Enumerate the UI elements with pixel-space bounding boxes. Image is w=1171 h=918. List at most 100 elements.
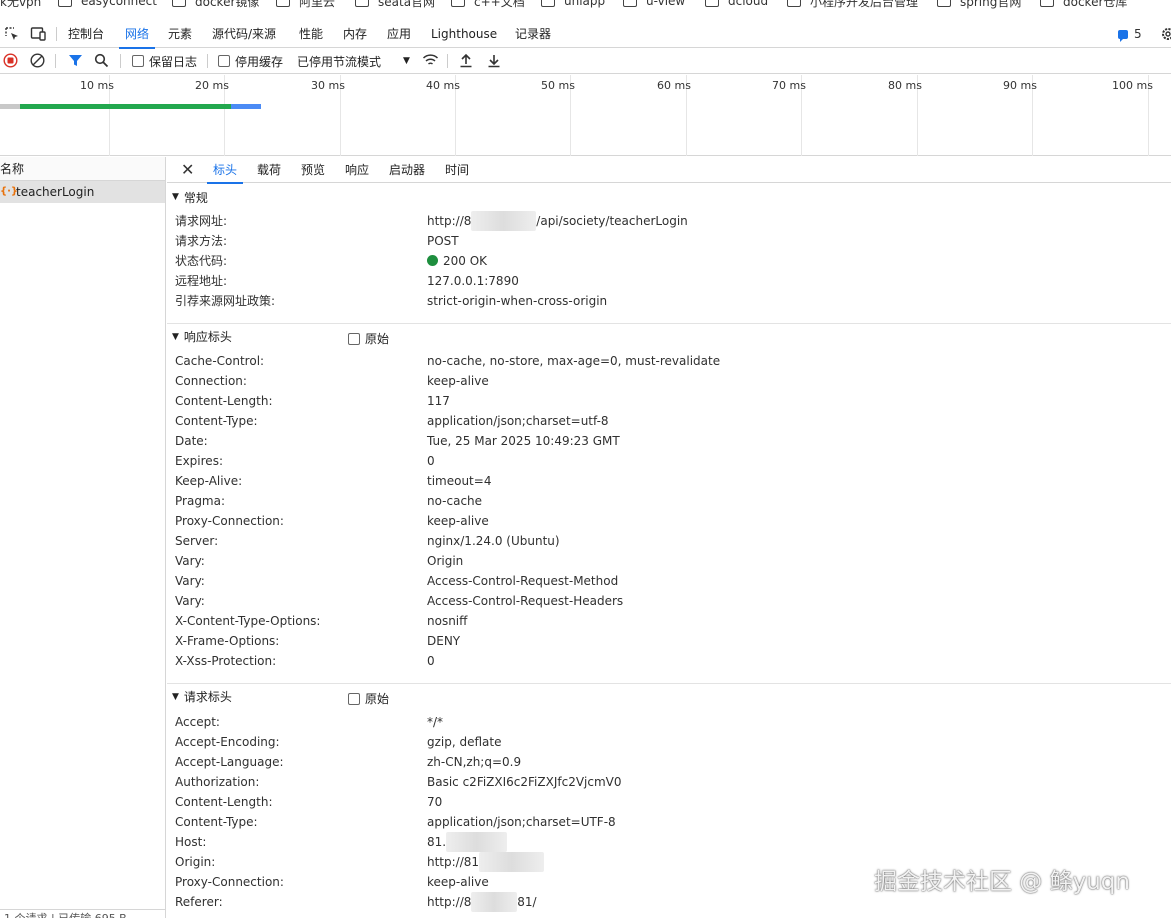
header-name: X-Content-Type-Options: [175, 614, 321, 628]
detail-tab-bar: ✕ 标头 载荷 预览 响应 启动器 时间 [167, 157, 1171, 184]
header-row: 状态代码: 200 OK [175, 254, 488, 268]
tab-headers[interactable]: 标头 [206, 157, 244, 184]
request-list-header[interactable]: 名称 [0, 157, 165, 181]
export-har-icon[interactable] [487, 53, 501, 71]
timeline-tick: 20 ms [195, 79, 229, 92]
header-name: Keep-Alive: [175, 474, 243, 488]
timeline-tick: 70 ms [772, 79, 806, 92]
tab-application[interactable]: 应用 [387, 20, 411, 48]
header-name: Expires: [175, 454, 223, 468]
request-row[interactable]: {·} teacherLogin [0, 181, 165, 203]
bookmark-item[interactable]: uniapp [541, 0, 605, 10]
header-value: Origin [427, 554, 464, 568]
close-icon[interactable]: ✕ [181, 160, 194, 179]
header-value: DENY [427, 634, 461, 648]
raw-checkbox[interactable]: 原始 [348, 690, 389, 707]
header-name: Authorization: [175, 775, 260, 789]
header-name: Vary: [175, 594, 205, 608]
inspect-element-icon[interactable] [4, 26, 20, 45]
dropdown-arrow-icon: ▼ [403, 56, 410, 66]
throttle-select[interactable]: 已停用节流模式 ▼ [297, 48, 410, 74]
header-row: 引荐来源网址政策: strict-origin-when-cross-origin [175, 294, 608, 308]
header-row: Proxy-Connection: keep-alive [167, 511, 1171, 531]
bookmark-item[interactable]: c++文档 [451, 0, 525, 10]
search-icon[interactable] [94, 53, 109, 71]
request-detail-pane: ✕ 标头 载荷 预览 响应 启动器 时间 ▼常规 请求网址:http://80.… [167, 157, 1171, 918]
header-value: keep-alive [427, 374, 489, 388]
tab-preview[interactable]: 预览 [301, 157, 325, 183]
bookmark-item[interactable]: docker镜像 [172, 0, 259, 10]
expand-triangle-icon: ▼ [172, 691, 179, 702]
network-overview-timeline[interactable]: 10 ms 20 ms 30 ms 40 ms 50 ms 60 ms 70 m… [0, 75, 1171, 156]
network-conditions-icon[interactable] [422, 53, 439, 71]
request-list: 名称 {·} teacherLogin 1 个请求 | 已传输 695 B [0, 157, 166, 918]
timing-bar-download [231, 104, 261, 109]
timeline-tick: 80 ms [888, 79, 922, 92]
tab-initiator[interactable]: 启动器 [389, 157, 425, 183]
header-value: no-cache [427, 494, 483, 508]
folder-icon [541, 0, 555, 7]
header-row: X-Frame-Options: DENY [167, 631, 1171, 651]
bookmark-item[interactable]: dcloud [705, 0, 768, 10]
header-row: Keep-Alive: timeout=4 [167, 471, 1171, 491]
header-name: Vary: [175, 554, 205, 568]
device-toolbar-icon[interactable] [30, 26, 47, 45]
status-ok-icon [427, 255, 438, 266]
header-row: Authorization: Basic c2FiZXI6c2FiZXJfc2Vj… [167, 772, 1171, 792]
header-row: X-Xss-Protection: 0 [167, 651, 1171, 671]
tab-elements[interactable]: 元素 [168, 20, 192, 48]
issues-badge[interactable]: 5 [1118, 27, 1142, 42]
raw-checkbox[interactable]: 原始 [348, 330, 389, 347]
tab-response[interactable]: 响应 [345, 157, 369, 183]
bookmark-item[interactable]: u-view [623, 0, 685, 10]
timing-bar-waiting [20, 104, 231, 109]
timeline-tick: 90 ms [1003, 79, 1037, 92]
header-row: 请求方法: POST [175, 234, 459, 248]
tab-console[interactable]: 控制台 [68, 20, 104, 48]
folder-icon [58, 0, 72, 7]
disable-cache-checkbox[interactable]: 停用缓存 [218, 48, 283, 74]
network-toolbar: 保留日志 停用缓存 已停用节流模式 ▼ [0, 48, 1171, 74]
header-value: gzip, deflate [427, 735, 502, 749]
tab-timing[interactable]: 时间 [445, 157, 469, 183]
devtools-tab-bar: 控制台 网络 元素 源代码/来源 性能 内存 应用 Lighthouse 记录器… [0, 20, 1171, 49]
preserve-log-checkbox[interactable]: 保留日志 [132, 48, 197, 74]
tab-payload[interactable]: 载荷 [257, 157, 281, 183]
tab-recorder[interactable]: 记录器 [515, 20, 551, 48]
header-name: Content-Type: [175, 815, 258, 829]
bookmark-item[interactable]: 小程序开发后台管理 [787, 0, 918, 10]
header-row: 请求网址:http://80.00.00.00/api/society/teac… [167, 211, 1171, 231]
tab-sources[interactable]: 源代码/来源 [212, 20, 276, 48]
bookmark-item[interactable]: spring官网 [937, 0, 1021, 10]
import-har-icon[interactable] [459, 53, 473, 71]
filter-icon[interactable] [68, 53, 83, 71]
bookmark-item[interactable]: seata官网 [355, 0, 435, 10]
record-stop-icon[interactable] [3, 53, 18, 71]
folder-icon [937, 0, 951, 7]
clear-icon[interactable] [30, 53, 45, 71]
header-name: Content-Type: [175, 414, 258, 428]
header-value: nginx/1.24.0 (Ubuntu) [427, 534, 560, 548]
response-headers-section-header[interactable]: ▼ 响应标头 原始 [167, 323, 1171, 349]
header-row: Server: nginx/1.24.0 (Ubuntu) [167, 531, 1171, 551]
request-headers-section-header[interactable]: ▼ 请求标头 原始 [167, 683, 1171, 709]
watermark: 掘金技术社区 @ 鲦yuqn [874, 869, 1130, 895]
header-row: Expires: 0 [167, 451, 1171, 471]
general-section-header[interactable]: ▼ 常规 [167, 184, 1171, 210]
bookmark-item[interactable]: k无vpn [0, 0, 41, 10]
header-value: Access-Control-Request-Headers [427, 594, 624, 608]
tab-performance[interactable]: 性能 [299, 20, 323, 48]
header-row: Vary: Access-Control-Request-Method [167, 571, 1171, 591]
bookmark-item[interactable]: 阿里云 [276, 0, 335, 10]
tab-network[interactable]: 网络 [118, 20, 156, 49]
settings-gear-icon[interactable] [1160, 26, 1171, 45]
bookmark-item[interactable]: easyconnect [58, 0, 157, 10]
timeline-tick: 40 ms [426, 79, 460, 92]
bookmark-item[interactable]: docker仓库 [1040, 0, 1127, 10]
tab-lighthouse[interactable]: Lighthouse [431, 20, 497, 48]
folder-icon [451, 0, 465, 7]
folder-icon [623, 0, 637, 7]
header-value: no-cache, no-store, max-age=0, must-reva… [427, 354, 721, 368]
tab-memory[interactable]: 内存 [343, 20, 367, 48]
header-value: keep-alive [427, 514, 489, 528]
